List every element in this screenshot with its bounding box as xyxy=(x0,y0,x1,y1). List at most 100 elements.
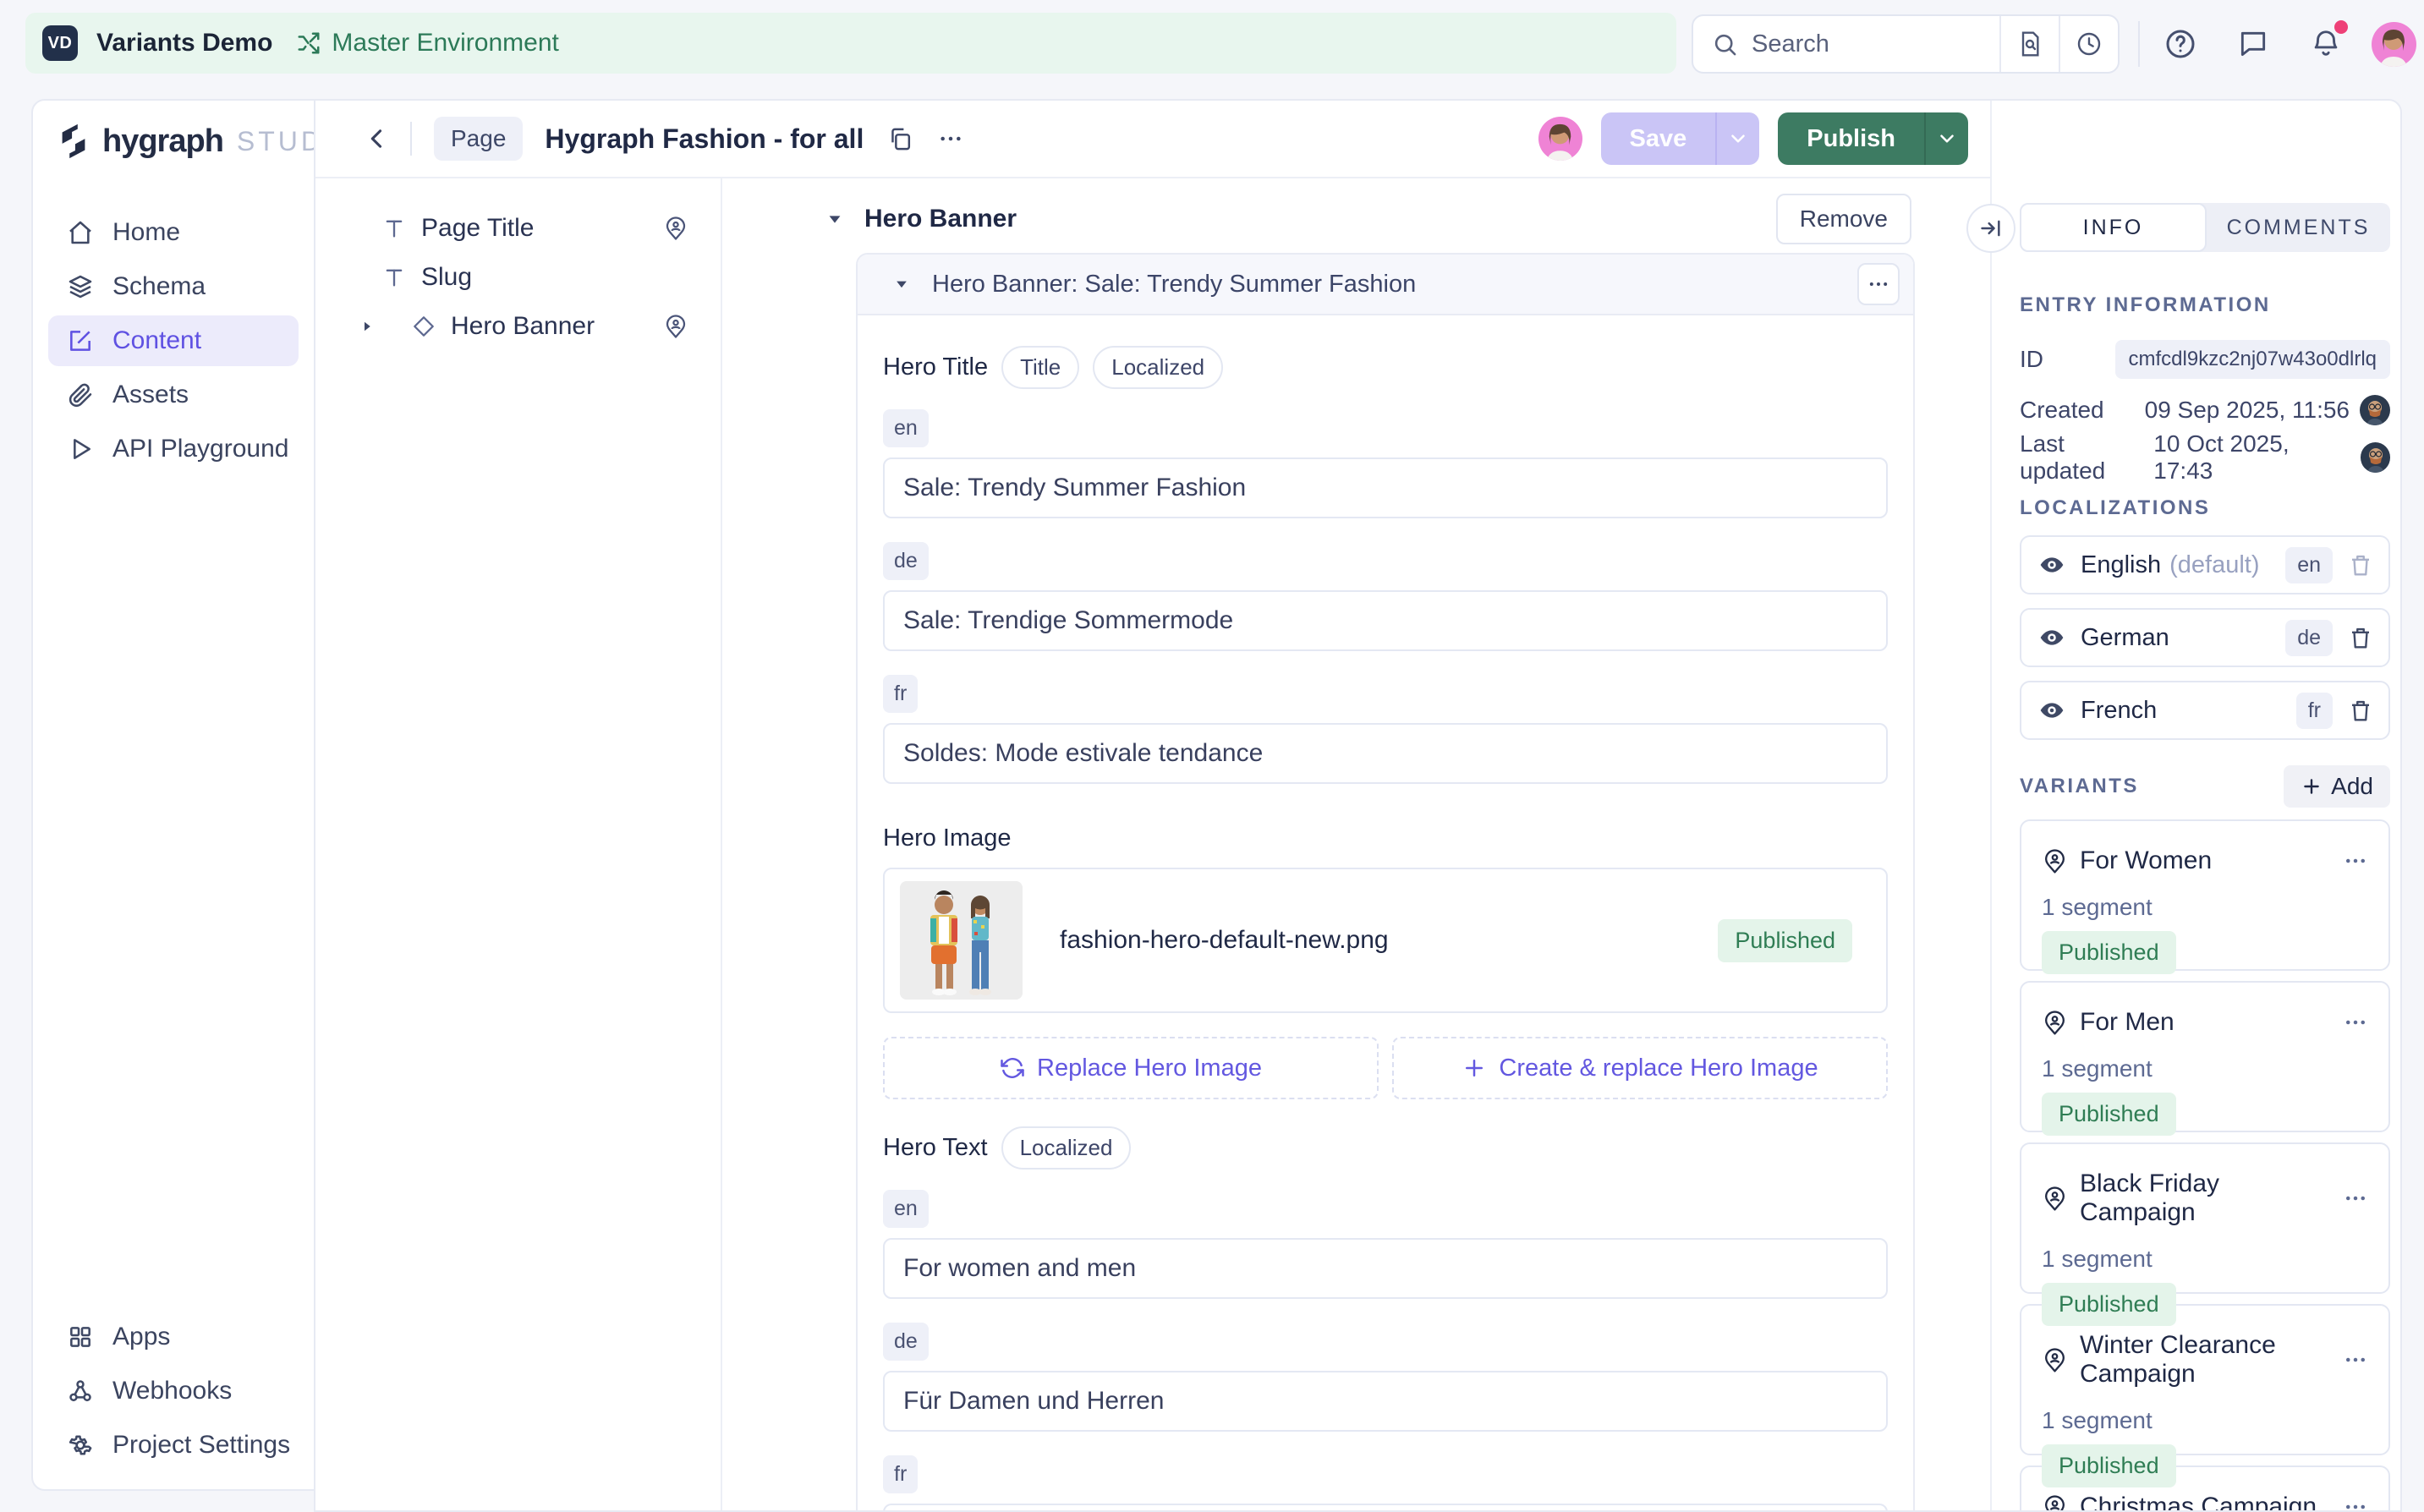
variant-status-badge: Published xyxy=(2042,931,2176,974)
localization-row-german[interactable]: German de xyxy=(2020,608,2390,667)
hero-image-field-header: Hero Image xyxy=(883,824,1888,852)
locale-name: French xyxy=(2081,697,2157,725)
trash-icon[interactable] xyxy=(2348,698,2373,723)
variant-menu-icon[interactable] xyxy=(2343,848,2368,874)
tree-item-page-title[interactable]: Page Title xyxy=(315,204,721,253)
publish-button-group: Publish xyxy=(1778,112,1968,165)
tree-item-hero-banner[interactable]: Hero Banner xyxy=(315,302,721,351)
environment-switcher[interactable]: Master Environment xyxy=(296,29,558,58)
sidebar-item-project-settings[interactable]: Project Settings xyxy=(48,1420,299,1471)
remove-button[interactable]: Remove xyxy=(1776,194,1911,244)
variant-pin-icon xyxy=(2042,1010,2068,1036)
sidebar-item-content[interactable]: Content xyxy=(48,315,299,366)
tree-item-label: Page Title xyxy=(421,214,534,243)
locale-code-badge: de xyxy=(2285,620,2333,656)
hero-title-input-fr[interactable] xyxy=(883,723,1888,784)
tab-info[interactable]: INFO xyxy=(2020,203,2207,252)
replace-hero-image-button[interactable]: Replace Hero Image xyxy=(883,1037,1379,1099)
hero-text-input-de[interactable] xyxy=(883,1371,1888,1432)
hero-image-asset-card[interactable]: fashion-hero-default-new.png Published xyxy=(883,868,1888,1013)
sidebar-item-webhooks[interactable]: Webhooks xyxy=(48,1366,299,1416)
locale-name: English xyxy=(2081,551,2161,579)
locale-badge-de: de xyxy=(883,1323,929,1361)
hero-title-input-de[interactable] xyxy=(883,590,1888,651)
button-label: Replace Hero Image xyxy=(1037,1055,1262,1082)
user-avatar[interactable] xyxy=(2372,22,2416,67)
variant-menu-icon[interactable] xyxy=(2343,1494,2368,1510)
variant-card-black-friday[interactable]: Black Friday Campaign 1 segment Publishe… xyxy=(2020,1142,2390,1294)
play-icon xyxy=(67,436,94,463)
field-label: Hero Title xyxy=(883,353,988,381)
variant-card-for-men[interactable]: For Men 1 segment Published xyxy=(2020,981,2390,1132)
sidebar-item-label: Webhooks xyxy=(112,1377,232,1405)
tree-item-slug[interactable]: Slug xyxy=(315,253,721,302)
search-in-document-button[interactable] xyxy=(1999,16,2059,72)
localization-row-french[interactable]: French fr xyxy=(2020,681,2390,740)
eye-icon[interactable] xyxy=(2038,697,2065,724)
recent-history-button[interactable] xyxy=(2059,16,2118,72)
help-button[interactable] xyxy=(2160,24,2201,64)
project-name[interactable]: Variants Demo xyxy=(96,29,272,58)
sidebar-item-api-playground[interactable]: API Playground xyxy=(48,424,299,474)
text-field-icon xyxy=(382,216,406,240)
caret-right-icon[interactable] xyxy=(359,319,375,334)
variant-menu-icon[interactable] xyxy=(2343,1186,2368,1211)
variant-card-for-women[interactable]: For Women 1 segment Published xyxy=(2020,819,2390,971)
hero-text-input-fr[interactable] xyxy=(883,1504,1888,1512)
entry-information-heading: ENTRY INFORMATION xyxy=(2020,293,2390,317)
publish-button[interactable]: Publish xyxy=(1778,112,1924,165)
created-value: 09 Sep 2025, 11:56 xyxy=(2145,397,2350,424)
sidebar-item-label: Content xyxy=(112,326,201,355)
updated-value: 10 Oct 2025, 17:43 xyxy=(2153,430,2350,485)
logo: hygraph STUDIO xyxy=(55,123,314,160)
tab-comments[interactable]: COMMENTS xyxy=(2207,203,2390,252)
create-replace-hero-image-button[interactable]: Create & replace Hero Image xyxy=(1392,1037,1888,1099)
button-label: Create & replace Hero Image xyxy=(1499,1055,1818,1082)
back-button[interactable] xyxy=(363,124,392,153)
variant-segments: 1 segment xyxy=(2042,1055,2368,1082)
save-dropdown-button[interactable] xyxy=(1715,112,1759,165)
save-button[interactable]: Save xyxy=(1601,112,1716,165)
more-options-icon[interactable] xyxy=(937,125,964,152)
variant-status-badge: Published xyxy=(2042,1283,2176,1326)
entry-id-value[interactable]: cmfcdl9kzc2nj07w43o0dlrlq xyxy=(2115,340,2390,379)
trash-icon[interactable] xyxy=(2348,552,2373,578)
locale-code-badge: en xyxy=(2285,547,2333,583)
sidebar-item-schema[interactable]: Schema xyxy=(48,261,299,312)
add-variant-button[interactable]: Add xyxy=(2284,765,2390,808)
eye-icon[interactable] xyxy=(2038,624,2065,651)
sidebar-item-home[interactable]: Home xyxy=(48,207,299,258)
trash-icon[interactable] xyxy=(2348,625,2373,650)
publish-dropdown-button[interactable] xyxy=(1924,112,1968,165)
copy-icon[interactable] xyxy=(887,126,913,152)
project-badge[interactable]: VD xyxy=(42,25,78,61)
sidebar-item-label: Apps xyxy=(112,1323,170,1351)
localization-row-english[interactable]: English (default) en xyxy=(2020,535,2390,594)
search-input[interactable] xyxy=(1752,30,1938,58)
variant-menu-icon[interactable] xyxy=(2343,1347,2368,1372)
component-menu-button[interactable] xyxy=(1857,263,1900,305)
notifications-button[interactable] xyxy=(2306,24,2346,64)
variant-card-winter-clearance[interactable]: Winter Clearance Campaign 1 segment Publ… xyxy=(2020,1304,2390,1455)
hero-title-input-en[interactable] xyxy=(883,457,1888,518)
info-panel: INFO COMMENTS ENTRY INFORMATION ID cmfcd… xyxy=(1990,101,2400,1510)
collapse-panel-button[interactable] xyxy=(1966,204,2015,253)
feedback-button[interactable] xyxy=(2233,24,2273,64)
collapse-triangle-icon[interactable] xyxy=(825,210,844,228)
variant-menu-icon[interactable] xyxy=(2343,1010,2368,1035)
variant-pin-icon xyxy=(2042,1347,2068,1373)
sidebar-item-label: Home xyxy=(112,218,180,247)
sidebar-item-assets[interactable]: Assets xyxy=(48,370,299,420)
eye-icon[interactable] xyxy=(2038,551,2065,578)
collaborator-avatar[interactable] xyxy=(1538,117,1582,161)
sidebar-item-apps[interactable]: Apps xyxy=(48,1312,299,1362)
save-button-group: Save xyxy=(1601,112,1760,165)
locale-code-badge: fr xyxy=(2296,693,2333,729)
branch-icon xyxy=(296,30,321,56)
add-variant-label: Add xyxy=(2331,773,2373,800)
collapse-triangle-icon[interactable] xyxy=(893,276,910,293)
logo-wordmark: hygraph xyxy=(102,123,223,160)
hero-text-input-en[interactable] xyxy=(883,1238,1888,1299)
component-card-header[interactable]: Hero Banner: Sale: Trendy Summer Fashion xyxy=(858,255,1913,315)
paperclip-icon xyxy=(67,381,94,408)
